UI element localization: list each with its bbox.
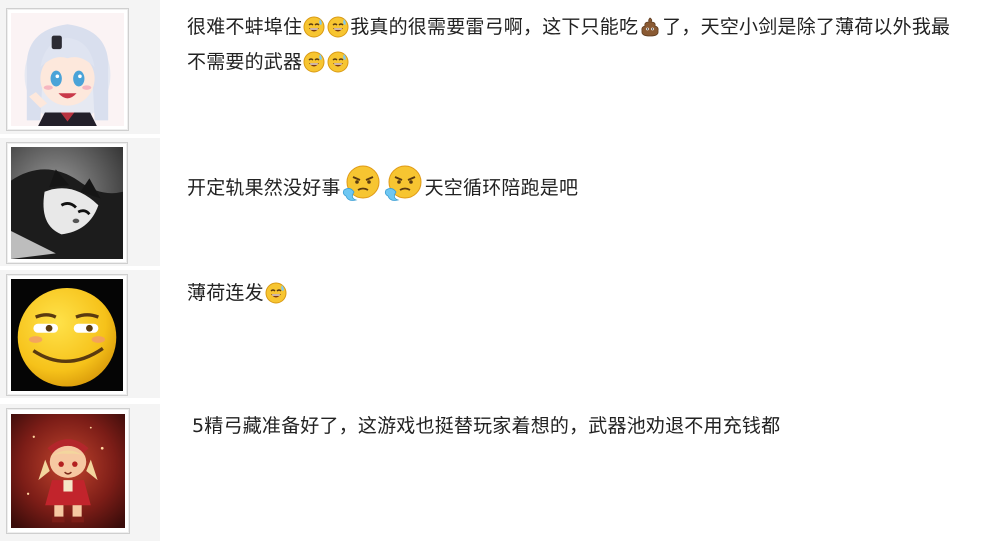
comment-text-segment: 不需要的武器 xyxy=(187,51,303,73)
klee-character-avatar-image xyxy=(11,414,125,528)
comment-text-segment: 开定轨果然没好事 xyxy=(187,177,341,199)
cat-avatar-image xyxy=(11,147,123,259)
comment-item: 5精弓藏准备好了，这游戏也挺替玩家着想的，武器池劝退不用充钱都 xyxy=(0,404,1000,541)
comment-item: 开定轨果然没好事 天空循环陪跑是吧 xyxy=(0,138,1000,266)
sweat-smile-emoji-icon xyxy=(327,16,349,47)
comment-text-segment: 薄荷连发 xyxy=(187,282,264,304)
comment-item: 薄荷连发 xyxy=(0,270,1000,398)
comment-text-segment: 很难不蚌埠住 xyxy=(187,16,303,38)
comment-item: 很难不蚌埠住 我真的很需要雷弓啊，这下只能吃 了，天空小剑是除了薄荷以外我最不需要的… xyxy=(0,0,1000,134)
comment-text-segment: 天空循环陪跑是吧 xyxy=(424,177,579,199)
comment-text-segment: 了，天空小剑是除了薄荷以外我最 xyxy=(662,16,951,38)
sweat-smile-emoji-icon xyxy=(265,282,287,313)
anime-girl-avatar-image xyxy=(11,13,124,126)
comment-text-segment: 我真的很需要雷弓啊，这下只能吃 xyxy=(350,16,639,38)
poop-emoji-icon xyxy=(639,16,661,47)
angry-steam-emoji-icon xyxy=(342,164,382,213)
avatar[interactable] xyxy=(6,274,128,396)
smug-face-avatar-image xyxy=(11,279,123,391)
sweat-smile-emoji-icon xyxy=(303,51,325,82)
angry-steam-emoji-icon xyxy=(384,164,424,213)
sweat-smile-emoji-icon xyxy=(327,51,349,82)
comment-text: 开定轨果然没好事 天空循环陪跑是吧 xyxy=(187,164,982,213)
avatar[interactable] xyxy=(6,142,128,264)
sweat-smile-emoji-icon xyxy=(303,16,325,47)
avatar[interactable] xyxy=(6,8,129,131)
comment-text-segment: 5精弓藏准备好了，这游戏也挺替玩家着想的，武器池劝退不用充钱都 xyxy=(192,415,781,437)
comment-text: 很难不蚌埠住 我真的很需要雷弓啊，这下只能吃 了，天空小剑是除了薄荷以外我最不需要的… xyxy=(187,12,982,82)
comment-text: 薄荷连发 xyxy=(187,278,982,313)
comment-feed: 很难不蚌埠住 我真的很需要雷弓啊，这下只能吃 了，天空小剑是除了薄荷以外我最不需要的… xyxy=(0,0,1000,541)
comment-text: 5精弓藏准备好了，这游戏也挺替玩家着想的，武器池劝退不用充钱都 xyxy=(192,411,982,441)
avatar[interactable] xyxy=(6,408,130,534)
